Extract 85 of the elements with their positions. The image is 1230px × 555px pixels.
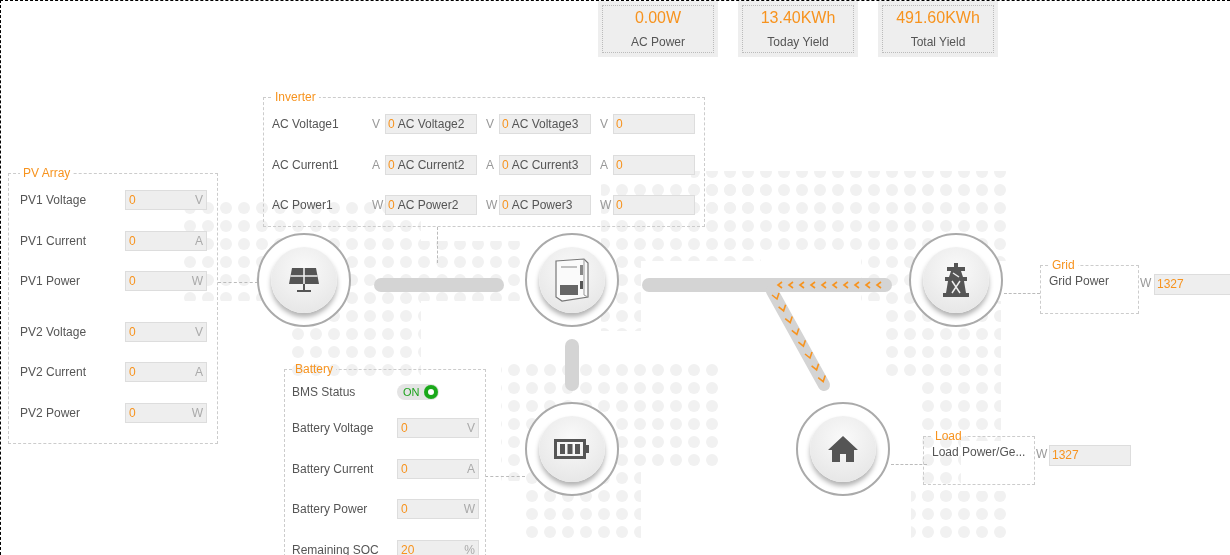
inverter-device-icon: [552, 257, 592, 303]
field-label: Load Power/Ge...: [932, 445, 1026, 459]
panel-title: Load: [934, 429, 963, 443]
unit-label: W: [463, 502, 475, 517]
field-label: PV2 Current: [20, 365, 88, 380]
panel-title: PV Array: [22, 166, 72, 180]
stat-value: 0.00W: [634, 9, 682, 27]
field-value: 1327: [1157, 277, 1184, 291]
unit-label: A: [372, 157, 381, 172]
field-value: 0: [502, 117, 509, 132]
field-label: Battery Voltage: [292, 421, 375, 436]
unit-label: W: [372, 198, 385, 213]
field-value: 0: [616, 198, 623, 213]
field-value: 0: [129, 405, 136, 420]
solar-panel-icon: [287, 265, 321, 295]
field-label: AC Current2: [397, 157, 465, 172]
unit-label: A: [467, 461, 475, 476]
unit-label: V: [486, 117, 495, 132]
field-label: PV1 Power: [20, 274, 82, 289]
unit-label: A: [600, 157, 609, 172]
field-label: AC Voltage3: [511, 117, 579, 132]
unit-label: W: [191, 274, 203, 289]
stat-label: Today Yield: [767, 35, 829, 49]
field-label: AC Power1: [272, 198, 334, 213]
unit-label: A: [195, 233, 203, 248]
field-value: 0: [388, 157, 395, 172]
field-value: 0: [502, 198, 509, 213]
field-label: AC Current3: [511, 157, 579, 172]
field-value: 20: [401, 542, 415, 555]
field-value: 0: [129, 274, 136, 289]
unit-label: V: [195, 324, 203, 339]
field-label: PV2 Power: [20, 405, 82, 420]
stat-label: Total Yield: [910, 35, 966, 49]
field-label: Battery Current: [292, 461, 375, 476]
field-value: 0: [401, 421, 408, 436]
home-button[interactable]: [810, 416, 876, 482]
unit-label: W: [486, 198, 499, 213]
panel-title: Grid: [1051, 258, 1076, 272]
field-label: PV1 Current: [20, 233, 88, 248]
field-value: 0: [616, 157, 623, 172]
field-label: PV1 Voltage: [20, 193, 88, 208]
house-icon: [827, 435, 859, 463]
field-value: 0: [388, 198, 395, 213]
unit-label: %: [464, 542, 475, 555]
field-label: PV2 Voltage: [20, 324, 88, 339]
panel-title: Inverter: [274, 90, 317, 104]
unit-label: W: [600, 198, 613, 213]
unit-label: A: [195, 365, 203, 380]
grid-button[interactable]: [923, 247, 989, 313]
field-value: 0: [616, 117, 623, 132]
battery-icon: [554, 439, 590, 459]
field-label: AC Power3: [511, 198, 573, 213]
field-label: Grid Power: [1049, 274, 1110, 288]
unit-label: W: [1140, 276, 1152, 290]
field-label: AC Voltage2: [397, 117, 465, 132]
bms-toggle[interactable]: ON: [397, 384, 439, 400]
field-label: BMS Status: [292, 385, 357, 399]
stat-value: 491.60KWh: [896, 9, 980, 27]
field-label: AC Voltage1: [272, 117, 340, 132]
field-value: 0: [129, 233, 136, 248]
field-label: AC Power2: [397, 198, 459, 213]
unit-label: A: [486, 157, 495, 172]
battery-button[interactable]: [539, 416, 605, 482]
unit-label: V: [372, 117, 381, 132]
field-value: 0: [129, 324, 136, 339]
solar-panel-button[interactable]: [271, 247, 337, 313]
stat-label: AC Power: [631, 35, 685, 49]
panel-title: Battery: [294, 362, 334, 376]
field-value: 1327: [1052, 448, 1079, 462]
unit-label: V: [195, 193, 203, 208]
field-label: AC Current1: [272, 157, 340, 172]
field-value: 0: [388, 117, 395, 132]
field-label: Battery Power: [292, 502, 369, 517]
unit-label: W: [1036, 447, 1048, 461]
unit-label: V: [600, 117, 609, 132]
field-value: 0: [502, 157, 509, 172]
field-value: 0: [401, 502, 408, 517]
field-value: 0: [401, 461, 408, 476]
inverter-button[interactable]: [539, 247, 605, 313]
field-value: 0: [129, 365, 136, 380]
stat-value: 13.40KWh: [760, 9, 836, 27]
unit-label: W: [191, 405, 203, 420]
field-value: 0: [129, 193, 136, 208]
unit-label: V: [467, 421, 475, 436]
power-pylon-icon: [943, 263, 969, 297]
